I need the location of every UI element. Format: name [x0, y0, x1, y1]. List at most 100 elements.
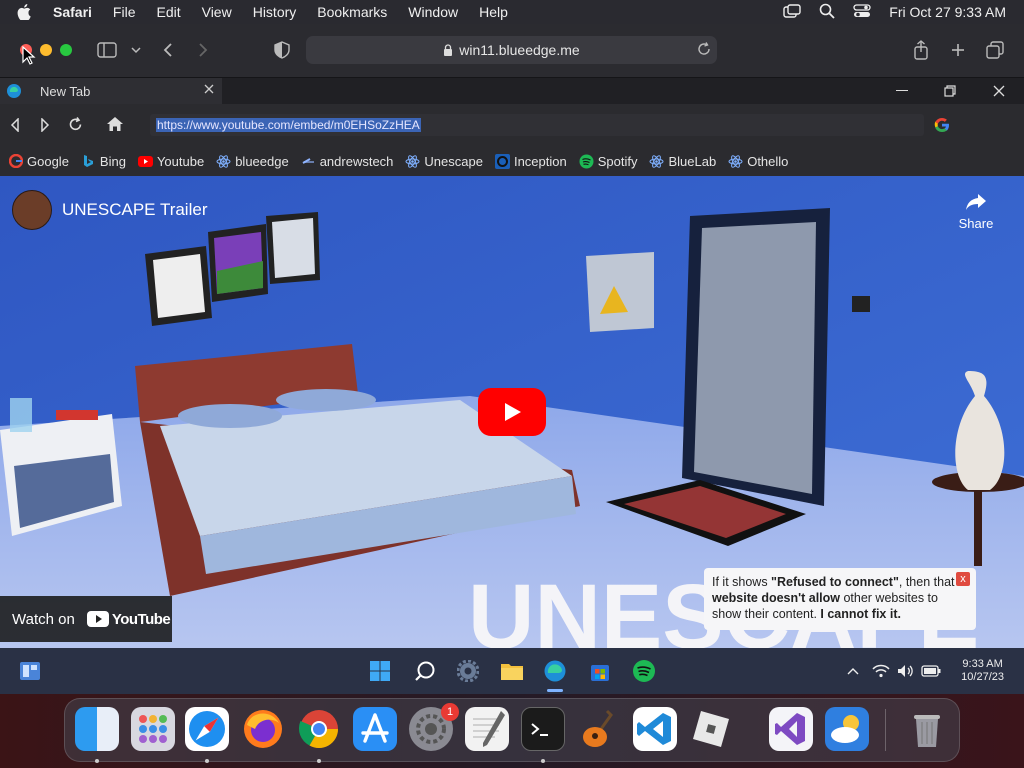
edge-close-icon[interactable] [993, 85, 1005, 97]
fav-google[interactable]: Google [8, 154, 69, 169]
visual-studio-icon[interactable] [769, 707, 813, 751]
sidebar-toggle-icon[interactable] [97, 40, 117, 60]
fav-inception[interactable]: Inception [494, 153, 567, 169]
taskbar-time: 9:33 AM [962, 658, 1003, 670]
firefox-icon[interactable] [241, 707, 285, 751]
trash-icon[interactable] [905, 707, 949, 751]
roblox-icon[interactable] [689, 707, 733, 751]
fav-andrewstech[interactable]: andrewstech [301, 153, 394, 169]
edge-browser-icon[interactable] [543, 659, 567, 683]
textedit-icon[interactable] [465, 707, 509, 751]
youtube-embed-player[interactable]: UNESCAPE UNESCAPE Trailer Share Watch on… [0, 176, 1024, 648]
safari-icon[interactable] [185, 707, 229, 751]
back-icon[interactable] [158, 40, 178, 60]
app-store-icon[interactable] [353, 707, 397, 751]
fav-youtube[interactable]: Youtube [137, 154, 204, 169]
minimize-window-button[interactable] [40, 44, 52, 56]
menu-window[interactable]: Window [408, 4, 458, 20]
edge-home-icon[interactable] [106, 116, 124, 132]
menu-edit[interactable]: Edit [156, 4, 180, 20]
fav-unescape[interactable]: Unescape [405, 154, 483, 169]
edge-refresh-icon[interactable] [68, 117, 83, 132]
battery-icon[interactable] [920, 659, 942, 683]
volume-icon[interactable] [897, 659, 915, 683]
edge-back-icon[interactable] [10, 118, 20, 132]
safari-toolbar: win11.blueedge.me [0, 24, 1024, 78]
spotify-icon [579, 154, 594, 169]
fav-spotify[interactable]: Spotify [579, 154, 637, 169]
zoom-window-button[interactable] [60, 44, 72, 56]
fav-label: BlueLab [668, 153, 717, 169]
notice-close-button[interactable]: x [956, 572, 970, 586]
react-icon [728, 154, 743, 169]
wall-frame [145, 246, 212, 326]
new-tab-icon[interactable] [948, 40, 968, 60]
youtube-logo-text: YouTube [111, 610, 171, 628]
apple-icon[interactable] [17, 4, 37, 20]
microsoft-store-icon[interactable] [588, 659, 612, 683]
video-title[interactable]: UNESCAPE Trailer [62, 200, 207, 220]
chrome-icon[interactable] [297, 707, 341, 751]
light-switch [852, 296, 870, 312]
widgets-icon[interactable] [18, 659, 42, 683]
active-app-indicator [547, 689, 563, 692]
menu-app-safari[interactable]: Safari [53, 4, 92, 20]
chevron-up-icon[interactable] [845, 659, 861, 683]
control-center-icon[interactable] [853, 3, 871, 21]
edge-forward-icon[interactable] [40, 118, 50, 132]
menu-file[interactable]: File [113, 4, 136, 20]
forward-icon[interactable] [193, 40, 213, 60]
tab-overview-icon[interactable] [985, 40, 1005, 60]
taskbar-clock[interactable]: 9:33 AM 10/27/23 [961, 658, 1004, 684]
inception-icon [494, 153, 510, 169]
finder-icon[interactable] [75, 707, 119, 751]
share-icon[interactable] [911, 40, 931, 60]
channel-avatar[interactable] [12, 190, 52, 230]
menu-help[interactable]: Help [479, 4, 508, 20]
menu-clock[interactable]: Fri Oct 27 9:33 AM [889, 4, 1006, 20]
windows-start-icon[interactable] [368, 659, 392, 683]
edge-tab-new-tab[interactable]: New Tab [0, 78, 222, 104]
fav-othello[interactable]: Othello [728, 154, 788, 169]
safari-address-bar[interactable]: win11.blueedge.me [306, 36, 717, 64]
wifi-icon[interactable] [872, 659, 890, 683]
spotify-app-icon[interactable] [632, 659, 656, 683]
share-button[interactable]: Share [956, 192, 996, 231]
address-text: win11.blueedge.me [459, 42, 580, 58]
menu-view[interactable]: View [202, 4, 232, 20]
macos-dock: 1 [64, 698, 960, 763]
privacy-shield-icon[interactable] [272, 40, 292, 60]
file-explorer-icon[interactable] [500, 659, 524, 683]
fav-bluelab[interactable]: BlueLab [649, 154, 716, 169]
fav-label: andrewstech [319, 153, 394, 169]
close-tab-icon[interactable] [204, 84, 214, 94]
running-indicator [317, 759, 321, 763]
desktop-background: 1 [0, 694, 1024, 768]
watch-on-youtube-button[interactable]: Watch on YouTube [0, 596, 172, 642]
weather-icon[interactable] [825, 707, 869, 751]
chevron-down-icon[interactable] [126, 40, 146, 60]
edge-maximize-icon[interactable] [944, 85, 956, 97]
edge-url-text: https://www.youtube.com/embed/m0EHSoZzHE… [156, 118, 421, 132]
launchpad-icon[interactable] [131, 707, 175, 751]
reload-icon[interactable] [697, 42, 711, 56]
edge-url-field[interactable]: https://www.youtube.com/embed/m0EHSoZzHE… [150, 114, 924, 136]
garageband-icon[interactable] [577, 707, 621, 751]
edge-minimize-icon[interactable] [896, 90, 908, 91]
fav-blueedge[interactable]: blueedge [216, 154, 289, 169]
menu-bookmarks[interactable]: Bookmarks [317, 4, 387, 20]
fav-label: Othello [747, 153, 789, 169]
window-switcher-icon[interactable] [783, 3, 801, 21]
google-search-icon[interactable] [934, 117, 950, 133]
menu-history[interactable]: History [253, 4, 297, 20]
terminal-icon[interactable] [521, 707, 565, 751]
search-icon[interactable] [413, 659, 437, 683]
fav-label: Bing [99, 153, 126, 169]
react-icon [405, 154, 420, 169]
play-button[interactable] [478, 388, 546, 436]
spotlight-search-icon[interactable] [819, 3, 835, 22]
fav-bing[interactable]: Bing [81, 154, 126, 169]
vscode-icon[interactable] [633, 707, 677, 751]
fav-label: Inception [513, 153, 567, 169]
settings-gear-icon[interactable] [456, 659, 480, 683]
